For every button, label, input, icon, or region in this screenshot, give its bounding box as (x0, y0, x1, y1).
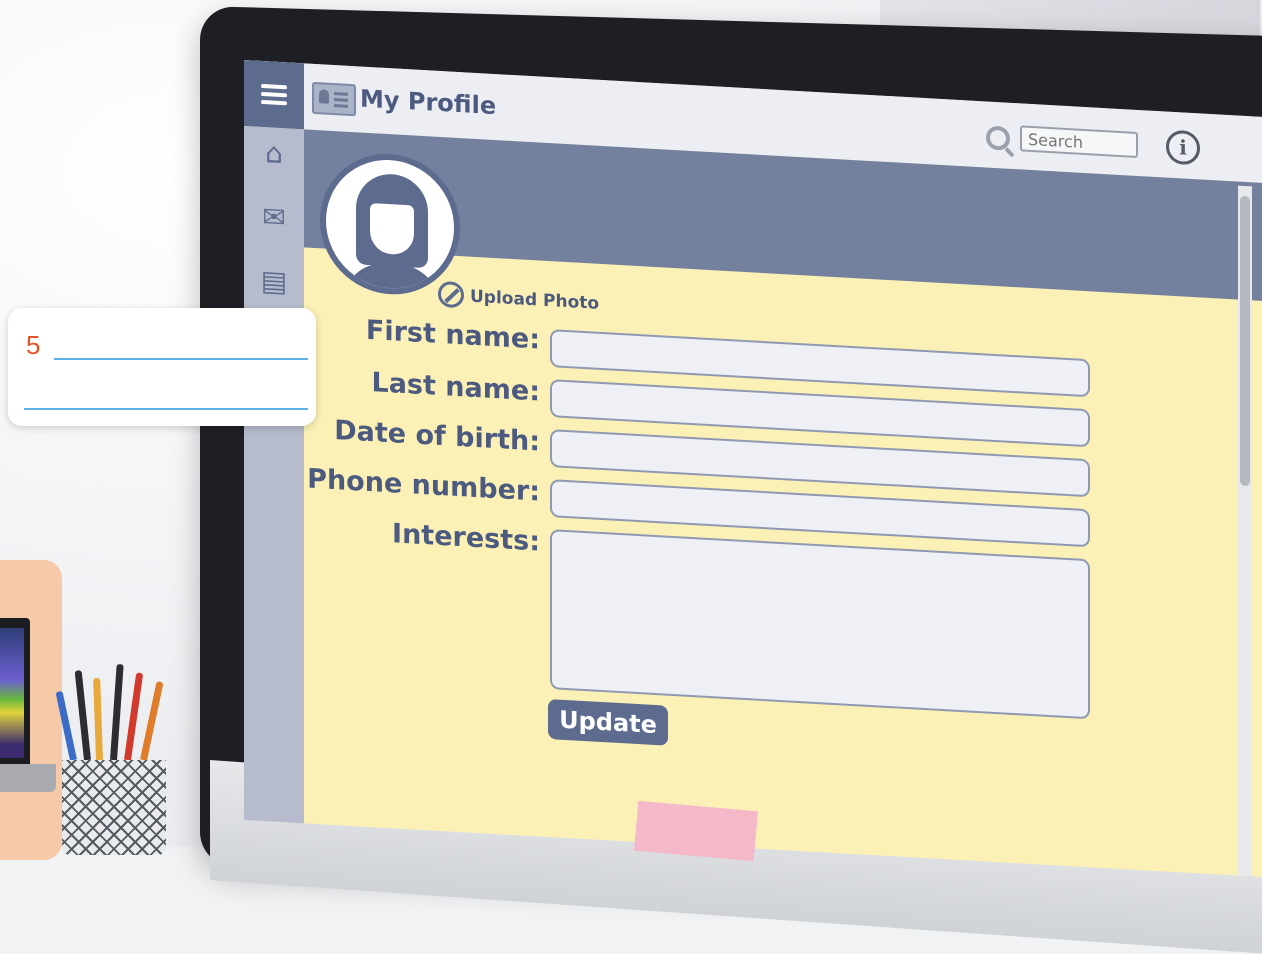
answer-line-1[interactable] (54, 358, 308, 360)
update-button[interactable]: Update (548, 698, 668, 746)
scrollbar-thumb[interactable] (1240, 195, 1250, 487)
menu-button[interactable] (244, 60, 304, 130)
sticky-note (634, 800, 758, 862)
answer-box: 5 (8, 308, 316, 426)
laptop-screen (0, 628, 24, 758)
page-title: My Profile (360, 84, 497, 121)
avatar-face (370, 203, 414, 256)
scrollbar[interactable] (1238, 185, 1252, 877)
pencil-cup (62, 760, 166, 855)
edit-pencil-icon[interactable] (438, 280, 464, 309)
avatar-body (344, 261, 440, 299)
upload-photo-link[interactable]: Upload Photo (470, 287, 599, 314)
info-icon[interactable]: i (1166, 129, 1200, 166)
answer-line-2[interactable] (24, 408, 308, 410)
document-icon[interactable]: ▤ (256, 264, 292, 299)
profile-screen: My Profile i ⌂ ✉ ▤ Upload Photo First na… (244, 60, 1262, 878)
profile-card-icon (312, 81, 356, 117)
home-icon[interactable]: ⌂ (256, 136, 292, 171)
search-icon[interactable] (986, 125, 1010, 151)
mail-icon[interactable]: ✉ (256, 200, 292, 235)
laptop-base (0, 764, 56, 792)
interests-field[interactable] (550, 529, 1090, 720)
question-number: 5 (26, 330, 41, 360)
search-input[interactable] (1020, 125, 1138, 158)
hamburger-menu-icon (261, 91, 287, 98)
